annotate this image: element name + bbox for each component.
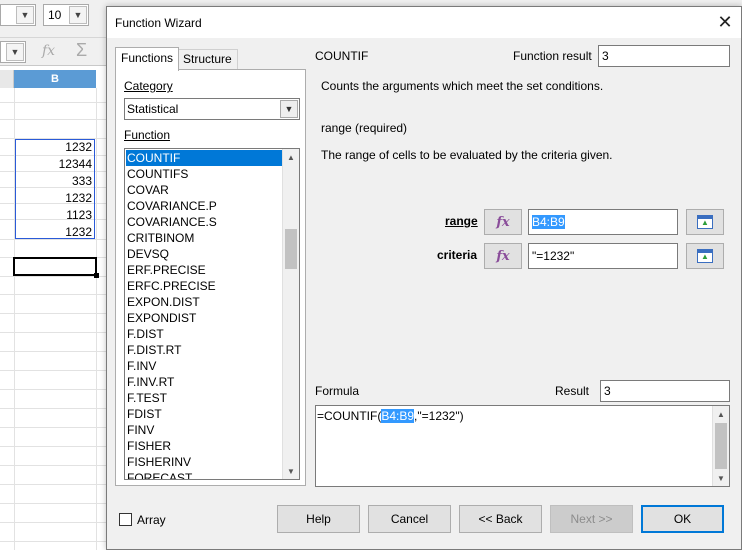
function-list-item[interactable]: F.DIST: [126, 326, 282, 342]
array-checkbox[interactable]: [119, 513, 132, 526]
dialog-titlebar: Function Wizard ✕: [107, 7, 741, 38]
function-list-item[interactable]: FISHER: [126, 438, 282, 454]
scroll-up-icon[interactable]: ▲: [713, 406, 729, 422]
font-name-combo[interactable]: ▼: [0, 4, 36, 26]
formula-highlight: B4:B9: [381, 409, 415, 423]
formula-suffix: ,"=1232"): [414, 409, 464, 423]
function-list-item[interactable]: ERFC.PRECISE: [126, 278, 282, 294]
function-list-items: COUNTIF COUNTIFS COVAR COVARIANCE.P COVARIAN…: [126, 150, 282, 479]
function-list-item[interactable]: ERF.PRECISE: [126, 262, 282, 278]
result-field: 3: [600, 380, 730, 402]
fx-icon: fx: [496, 214, 510, 230]
formula-bar: ▼ fx Σ: [0, 38, 107, 66]
function-result-field: 3: [598, 45, 730, 67]
function-list-item[interactable]: F.TEST: [126, 390, 282, 406]
range-input[interactable]: B4:B9: [528, 209, 678, 235]
formula-label: Formula: [315, 384, 360, 398]
row-header-corner: [0, 70, 14, 88]
criteria-shrink-button[interactable]: [686, 243, 724, 269]
function-wizard-icon[interactable]: fx: [42, 43, 55, 59]
function-list[interactable]: COUNTIF COUNTIFS COVAR COVARIANCE.P COVARIAN…: [124, 148, 300, 480]
cancel-button[interactable]: Cancel: [368, 505, 451, 533]
function-list-scrollbar[interactable]: ▲ ▼: [282, 149, 299, 479]
functions-panel: Category Statistical ▼ Function COUNTIF C…: [115, 69, 306, 486]
range-function-button[interactable]: fx: [484, 209, 522, 235]
fill-handle[interactable]: [94, 273, 99, 278]
function-list-item[interactable]: DEVSQ: [126, 246, 282, 262]
close-icon[interactable]: ✕: [709, 7, 741, 38]
scrollbar-thumb[interactable]: [285, 229, 297, 269]
function-list-item[interactable]: COVAR: [126, 182, 282, 198]
active-cell-cursor[interactable]: [13, 257, 97, 276]
next-button[interactable]: Next >>: [550, 505, 633, 533]
category-select[interactable]: Statistical ▼: [124, 98, 300, 120]
criteria-input[interactable]: "=1232": [528, 243, 678, 269]
scroll-down-icon[interactable]: ▼: [713, 470, 729, 486]
ok-button[interactable]: OK: [641, 505, 724, 533]
chevron-down-icon[interactable]: ▼: [16, 6, 34, 24]
function-result-value: 3: [602, 49, 609, 63]
chevron-down-icon[interactable]: ▼: [6, 43, 24, 61]
function-list-item[interactable]: EXPONDIST: [126, 310, 282, 326]
function-list-item[interactable]: F.INV.RT: [126, 374, 282, 390]
function-list-item[interactable]: FORECAST: [126, 470, 282, 479]
result-value: 3: [604, 384, 611, 398]
tab-structure[interactable]: Structure: [177, 49, 238, 69]
function-list-item[interactable]: FDIST: [126, 406, 282, 422]
function-list-item[interactable]: CRITBINOM: [126, 230, 282, 246]
font-size-value: 10: [48, 8, 62, 22]
function-list-item[interactable]: COVARIANCE.S: [126, 214, 282, 230]
argument-description: The range of cells to be evaluated by th…: [321, 148, 613, 162]
function-list-item[interactable]: FISHERINV: [126, 454, 282, 470]
chevron-down-icon[interactable]: ▼: [69, 6, 87, 24]
name-box-combo[interactable]: ▼: [0, 41, 26, 63]
criteria-input-value: "=1232": [532, 249, 575, 263]
result-label: Result: [555, 384, 590, 398]
scrollbar-thumb[interactable]: [715, 423, 727, 469]
font-size-combo[interactable]: 10 ▼: [43, 4, 89, 26]
fx-icon: fx: [496, 248, 510, 264]
shrink-icon: [697, 215, 713, 229]
chevron-down-icon[interactable]: ▼: [280, 100, 298, 118]
tab-functions[interactable]: Functions: [115, 47, 180, 71]
formula-prefix: =COUNTIF(: [317, 409, 382, 423]
back-button[interactable]: << Back: [459, 505, 542, 533]
range-shrink-button[interactable]: [686, 209, 724, 235]
function-list-item[interactable]: COUNTIFS: [126, 166, 282, 182]
formula-scrollbar[interactable]: ▲ ▼: [712, 406, 729, 486]
function-description: Counts the arguments which meet the set …: [321, 79, 604, 93]
range-input-value: B4:B9: [532, 215, 565, 229]
function-result-label: Function result: [513, 49, 592, 63]
argument-title: range (required): [321, 121, 408, 135]
function-list-item[interactable]: F.DIST.RT: [126, 342, 282, 358]
dialog-title: Function Wizard: [115, 16, 202, 30]
array-label: Array: [137, 513, 166, 527]
shrink-icon: [697, 249, 713, 263]
sum-icon[interactable]: Σ: [76, 40, 87, 61]
function-label: Function: [124, 128, 171, 142]
function-list-item[interactable]: F.INV: [126, 358, 282, 374]
function-name: COUNTIF: [315, 49, 369, 63]
function-list-item[interactable]: COVARIANCE.P: [126, 198, 282, 214]
arg-label-range: range: [445, 214, 478, 228]
formula-text: =COUNTIF(B4:B9,"=1232"): [317, 409, 464, 423]
selected-range-outline: [15, 139, 95, 239]
scroll-down-icon[interactable]: ▼: [283, 463, 299, 479]
scroll-up-icon[interactable]: ▲: [283, 149, 299, 165]
function-list-item[interactable]: EXPON.DIST: [126, 294, 282, 310]
category-label: Category: [124, 79, 173, 93]
function-wizard-dialog: Function Wizard ✕ Functions Structure Ca…: [106, 6, 742, 550]
column-header-b[interactable]: B: [14, 70, 96, 88]
function-list-item[interactable]: COUNTIF: [126, 150, 282, 166]
function-list-item[interactable]: FINV: [126, 422, 282, 438]
help-button[interactable]: Help: [277, 505, 360, 533]
category-value: Statistical: [127, 102, 179, 116]
arg-label-criteria: criteria: [437, 248, 478, 262]
criteria-function-button[interactable]: fx: [484, 243, 522, 269]
formula-editor[interactable]: =COUNTIF(B4:B9,"=1232") ▲ ▼: [315, 405, 730, 487]
